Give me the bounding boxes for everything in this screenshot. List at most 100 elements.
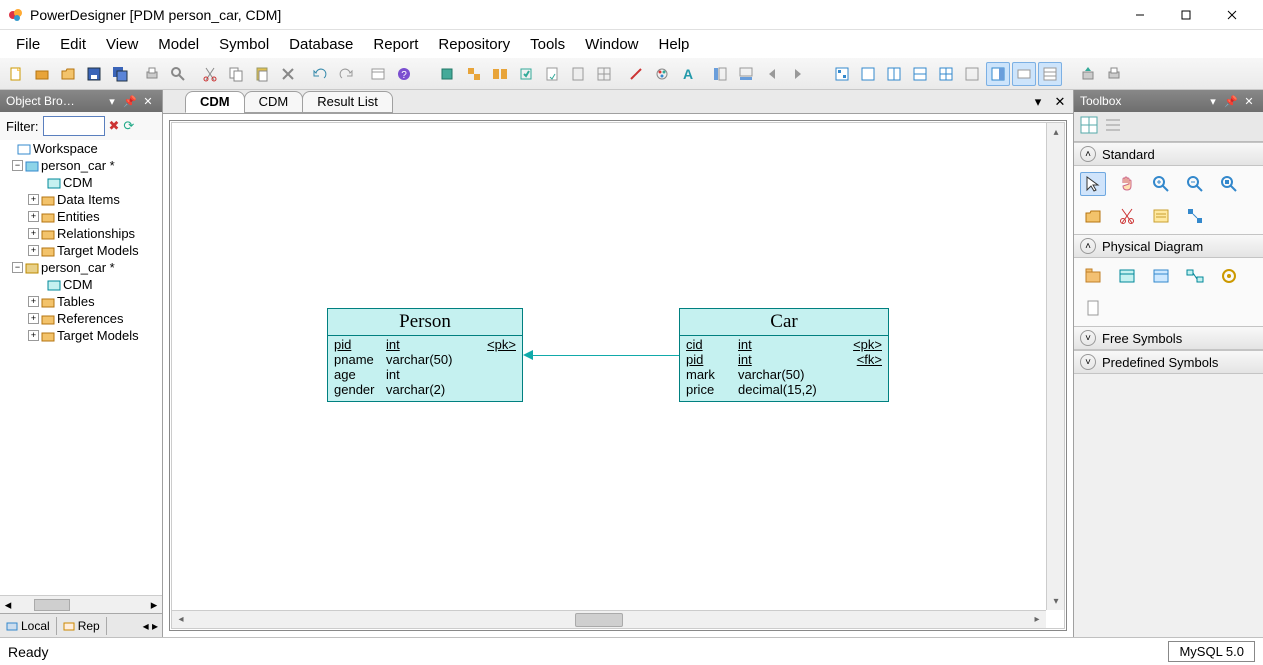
- delete-tool-icon[interactable]: [1114, 204, 1140, 228]
- zoom-out-tool-icon[interactable]: [1182, 172, 1208, 196]
- redo-icon[interactable]: [334, 62, 358, 86]
- tab-menu-icon[interactable]: ▾: [1029, 93, 1047, 111]
- zoom-fit-tool-icon[interactable]: [1216, 172, 1242, 196]
- reference-tool-icon[interactable]: [1182, 264, 1208, 288]
- object-tree[interactable]: Workspace −person_car * CDM +Data Items …: [0, 140, 162, 595]
- menu-model[interactable]: Model: [148, 32, 209, 57]
- window1-icon[interactable]: [856, 62, 880, 86]
- entity-car[interactable]: Car cidint<pk> pidint<fk> markvarchar(50…: [679, 308, 889, 402]
- filter-clear-icon[interactable]: ✖: [109, 118, 120, 134]
- tree-cdm-1[interactable]: CDM: [63, 175, 93, 190]
- panel-pin-icon[interactable]: 📌: [1223, 93, 1239, 109]
- tab-close-icon[interactable]: ✕: [1051, 93, 1069, 111]
- filter-input[interactable]: [43, 116, 105, 136]
- export-icon[interactable]: [1076, 62, 1100, 86]
- window-minimize[interactable]: [1117, 0, 1163, 30]
- find-icon[interactable]: [166, 62, 190, 86]
- toolbox-section-physical[interactable]: ˄Physical Diagram: [1074, 234, 1263, 258]
- panel-menu-icon[interactable]: ▾: [104, 93, 120, 109]
- tree-model-1[interactable]: person_car *: [41, 158, 115, 173]
- tree-expand[interactable]: +: [28, 228, 39, 239]
- cut-icon[interactable]: [198, 62, 222, 86]
- properties-icon[interactable]: [366, 62, 390, 86]
- tree-expand[interactable]: +: [28, 194, 39, 205]
- window4-icon[interactable]: [934, 62, 958, 86]
- entity-person[interactable]: Person pidint<pk> pnamevarchar(50) agein…: [327, 308, 523, 402]
- tree-item[interactable]: Relationships: [57, 226, 135, 241]
- paste-icon[interactable]: [250, 62, 274, 86]
- panel-pin-icon[interactable]: 📌: [122, 93, 138, 109]
- object-browser-header[interactable]: Object Bro… ▾ 📌 ✕: [0, 90, 162, 112]
- link-tool-icon[interactable]: [1182, 204, 1208, 228]
- report-icon[interactable]: [566, 62, 590, 86]
- tree-item[interactable]: Tables: [57, 294, 95, 309]
- undo-icon[interactable]: [308, 62, 332, 86]
- procedure-tool-icon[interactable]: [1216, 264, 1242, 288]
- generate-icon[interactable]: [514, 62, 538, 86]
- menu-view[interactable]: View: [96, 32, 148, 57]
- check-model-icon[interactable]: [436, 62, 460, 86]
- tree-expand[interactable]: −: [12, 262, 23, 273]
- canvas-hscroll[interactable]: ◂▸: [172, 610, 1046, 628]
- tree-expand[interactable]: +: [28, 296, 39, 307]
- tab-cdm-2[interactable]: CDM: [244, 91, 304, 113]
- file-tool-icon[interactable]: [1080, 296, 1106, 320]
- toolbox-section-predef[interactable]: ˅Predefined Symbols: [1074, 350, 1263, 374]
- tree-expand[interactable]: +: [28, 211, 39, 222]
- menu-help[interactable]: Help: [649, 32, 700, 57]
- tree-model-2[interactable]: person_car *: [41, 260, 115, 275]
- toolbox-view-list-icon[interactable]: [1104, 116, 1122, 137]
- tab-cdm-1[interactable]: CDM: [185, 91, 245, 113]
- window2-icon[interactable]: [882, 62, 906, 86]
- browser-toggle-icon[interactable]: [708, 62, 732, 86]
- tree-expand[interactable]: +: [28, 245, 39, 256]
- grabber-tool-icon[interactable]: [1114, 172, 1140, 196]
- menu-edit[interactable]: Edit: [50, 32, 96, 57]
- diagram-canvas[interactable]: Person pidint<pk> pnamevarchar(50) agein…: [169, 120, 1067, 631]
- panel-menu-icon[interactable]: ▾: [1205, 93, 1221, 109]
- nav-next-icon[interactable]: [786, 62, 810, 86]
- window-close[interactable]: [1209, 0, 1255, 30]
- script-icon[interactable]: [540, 62, 564, 86]
- new-icon[interactable]: [4, 62, 28, 86]
- tree-item[interactable]: Target Models: [57, 243, 139, 258]
- tree-item[interactable]: Target Models: [57, 328, 139, 343]
- tree-workspace[interactable]: Workspace: [33, 141, 98, 156]
- help-icon[interactable]: ?: [392, 62, 416, 86]
- tree-item[interactable]: Data Items: [57, 192, 120, 207]
- delete-icon[interactable]: [276, 62, 300, 86]
- window3-icon[interactable]: [908, 62, 932, 86]
- tree-item[interactable]: Entities: [57, 209, 100, 224]
- output-toggle-icon[interactable]: [734, 62, 758, 86]
- properties-tool-icon[interactable]: [1148, 204, 1174, 228]
- zoom-in-tool-icon[interactable]: [1148, 172, 1174, 196]
- toolbox-toggle-icon[interactable]: [986, 62, 1010, 86]
- compare-icon[interactable]: [488, 62, 512, 86]
- browser-tab-scroll[interactable]: ◂ ▸: [139, 619, 162, 633]
- menu-tools[interactable]: Tools: [520, 32, 575, 57]
- package-tool-icon[interactable]: [1080, 264, 1106, 288]
- tab-result-list[interactable]: Result List: [302, 91, 393, 113]
- impact-icon[interactable]: [462, 62, 486, 86]
- diagram-browser-icon[interactable]: [830, 62, 854, 86]
- tree-expand[interactable]: +: [28, 330, 39, 341]
- menu-window[interactable]: Window: [575, 32, 648, 57]
- new-model-icon[interactable]: [30, 62, 54, 86]
- nav-prev-icon[interactable]: [760, 62, 784, 86]
- tree-item[interactable]: References: [57, 311, 123, 326]
- save-all-icon[interactable]: [108, 62, 132, 86]
- menu-database[interactable]: Database: [279, 32, 363, 57]
- panel-close-icon[interactable]: ✕: [1241, 93, 1257, 109]
- panel-close-icon[interactable]: ✕: [140, 93, 156, 109]
- view-option2-icon[interactable]: [1038, 62, 1062, 86]
- toolbox-section-standard[interactable]: ˄Standard: [1074, 142, 1263, 166]
- browser-tab-rep[interactable]: Rep: [57, 617, 107, 635]
- open-icon[interactable]: [56, 62, 80, 86]
- filter-refresh-icon[interactable]: ⟳: [123, 118, 134, 134]
- color-icon[interactable]: [650, 62, 674, 86]
- edit-pen-icon[interactable]: [624, 62, 648, 86]
- pointer-tool-icon[interactable]: [1080, 172, 1106, 196]
- menu-file[interactable]: File: [6, 32, 50, 57]
- view-option1-icon[interactable]: [1012, 62, 1036, 86]
- relationship-line[interactable]: [533, 355, 679, 356]
